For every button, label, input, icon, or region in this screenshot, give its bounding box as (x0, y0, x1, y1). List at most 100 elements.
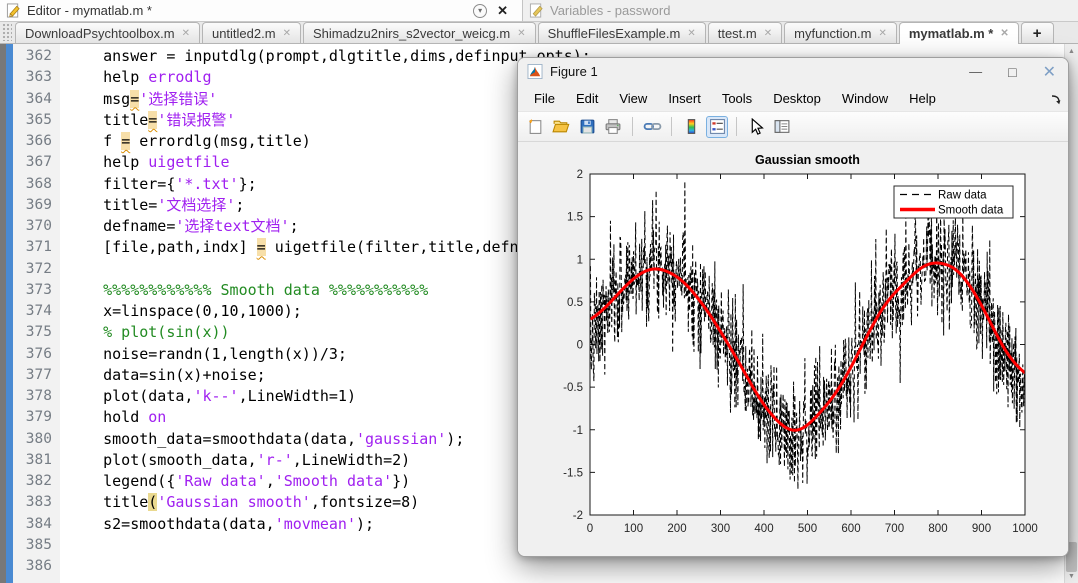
plot-legend[interactable]: Raw dataSmooth data (894, 186, 1013, 218)
figure-minimize-button[interactable]: — (969, 64, 982, 79)
edit-plot-icon[interactable] (745, 116, 767, 138)
menu-file[interactable]: File (534, 91, 555, 106)
tab-close-icon[interactable]: ✕ (764, 28, 772, 39)
x-tick-label: 1000 (1012, 523, 1038, 535)
line-number-365[interactable]: 365 (13, 110, 52, 131)
y-tick-label: -0.5 (563, 382, 583, 394)
variables-panel-titlebar: Variables - password (522, 0, 1078, 22)
figure-titlebar[interactable]: Figure 1 — □ ✕ (518, 58, 1068, 85)
figure-close-button[interactable]: ✕ (1043, 62, 1056, 82)
line-number-363[interactable]: 363 (13, 67, 52, 88)
line-number-373[interactable]: 373 (13, 280, 52, 301)
print-figure-icon[interactable] (602, 116, 624, 138)
menu-help[interactable]: Help (909, 91, 936, 106)
line-number-367[interactable]: 367 (13, 152, 52, 173)
line-number-371[interactable]: 371 (13, 237, 52, 258)
x-tick-label: 900 (972, 523, 991, 535)
line-number-372[interactable]: 372 (13, 259, 52, 280)
y-tick-label: -1.5 (563, 467, 583, 479)
menu-edit[interactable]: Edit (576, 91, 598, 106)
menu-tools[interactable]: Tools (722, 91, 752, 106)
menu-desktop[interactable]: Desktop (773, 91, 821, 106)
insert-colorbar-icon[interactable] (680, 116, 702, 138)
editor-actions-button[interactable]: ▾ (473, 4, 487, 18)
line-number-379[interactable]: 379 (13, 407, 52, 428)
line-number-369[interactable]: 369 (13, 195, 52, 216)
gaussian-smooth-plot[interactable]: 01002003004005006007008009001000-2-1.5-1… (518, 143, 1069, 557)
menubar-overflow-arrow-icon[interactable] (1051, 92, 1061, 110)
insert-legend-icon[interactable] (706, 116, 728, 138)
x-tick-label: 100 (624, 523, 643, 535)
line-number-370[interactable]: 370 (13, 216, 52, 237)
tab-shimadzu2nirs-s2vector-weicg-m[interactable]: Shimadzu2nirs_s2vector_weicg.m✕ (303, 22, 536, 43)
editor-icon (6, 3, 21, 18)
x-tick-label: 0 (587, 523, 593, 535)
open-file-icon[interactable] (550, 116, 572, 138)
new-figure-icon[interactable] (524, 116, 546, 138)
line-number-364[interactable]: 364 (13, 89, 52, 110)
tab-close-icon[interactable]: ✕ (687, 28, 695, 39)
tab-label: ShuffleFilesExample.m (548, 26, 681, 41)
x-tick-label: 400 (754, 523, 773, 535)
line-number-386[interactable]: 386 (13, 556, 52, 577)
tab-shufflefilesexample-m[interactable]: ShuffleFilesExample.m ✕ (538, 22, 706, 43)
line-number-368[interactable]: 368 (13, 174, 52, 195)
tab-mymatlab-m[interactable]: mymatlab.m *✕ (899, 22, 1019, 44)
editor-tabstrip: DownloadPsychtoolbox.m✕untitled2.m✕Shima… (0, 22, 1078, 44)
line-number-383[interactable]: 383 (13, 492, 52, 513)
tab-label: DownloadPsychtoolbox.m (25, 26, 175, 41)
line-number-377[interactable]: 377 (13, 365, 52, 386)
tab-close-icon[interactable]: ✕ (1000, 28, 1008, 39)
editor-close-button[interactable]: ✕ (497, 3, 508, 19)
tab-close-icon[interactable]: ✕ (283, 28, 291, 39)
line-number-382[interactable]: 382 (13, 471, 52, 492)
menu-window[interactable]: Window (842, 91, 888, 106)
tab-label: myfunction.m (794, 26, 871, 41)
x-tick-label: 200 (667, 523, 686, 535)
line-number-381[interactable]: 381 (13, 450, 52, 471)
line-number-375[interactable]: 375 (13, 322, 52, 343)
tabstrip-grip-handle[interactable] (2, 23, 12, 41)
menu-view[interactable]: View (619, 91, 647, 106)
line-number-362[interactable]: 362 (13, 46, 52, 67)
figure-plot-canvas[interactable]: 01002003004005006007008009001000-2-1.5-1… (518, 143, 1068, 556)
line-number-384[interactable]: 384 (13, 514, 52, 535)
scrollbar-up-arrow[interactable]: ▲ (1065, 44, 1078, 58)
desktop-titlebar: Editor - mymatlab.m * ▾ ✕ Variables - pa… (0, 0, 1078, 22)
tab-label: untitled2.m (212, 26, 276, 41)
tab-close-icon[interactable]: ✕ (182, 28, 190, 39)
tab-untitled2-m[interactable]: untitled2.m ✕ (202, 22, 301, 43)
x-tick-label: 800 (928, 523, 947, 535)
variables-panel-title: Variables - password (550, 3, 670, 18)
scrollbar-down-arrow[interactable]: ▼ (1065, 569, 1078, 583)
tab-myfunction-m[interactable]: myfunction.m ✕ (784, 22, 897, 43)
y-tick-label: 1 (577, 254, 583, 266)
tab-label: ttest.m (718, 26, 757, 41)
x-tick-label: 600 (841, 523, 860, 535)
y-tick-label: 0.5 (567, 297, 583, 309)
save-figure-icon[interactable] (576, 116, 598, 138)
figure-maximize-button[interactable]: □ (1008, 64, 1016, 80)
tab-close-icon[interactable]: ✕ (878, 28, 886, 39)
line-number-378[interactable]: 378 (13, 386, 52, 407)
line-number-376[interactable]: 376 (13, 344, 52, 365)
line-number-374[interactable]: 374 (13, 301, 52, 322)
new-file-tab-button[interactable]: + (1021, 22, 1054, 43)
editor-panel-title: Editor - mymatlab.m * (27, 3, 152, 18)
plot-title: Gaussian smooth (755, 153, 860, 167)
figure-menubar: File Edit View Insert Tools Desktop Window Help (518, 85, 1068, 111)
executable-lines-indicator-bar (6, 44, 13, 583)
toolbar-separator (671, 117, 672, 136)
tab-downloadpsychtoolbox-m[interactable]: DownloadPsychtoolbox.m ✕ (15, 22, 200, 43)
tab-ttest-m[interactable]: ttest.m ✕ (708, 22, 782, 43)
menu-insert[interactable]: Insert (668, 91, 701, 106)
line-number-366[interactable]: 366 (13, 131, 52, 152)
tab-close-icon[interactable]: ✕ (517, 28, 525, 39)
link-plot-icon[interactable] (641, 116, 663, 138)
line-number-380[interactable]: 380 (13, 429, 52, 450)
property-inspector-icon[interactable] (771, 116, 793, 138)
code-line-386[interactable] (67, 556, 1064, 577)
line-number-385[interactable]: 385 (13, 535, 52, 556)
figure-window[interactable]: Figure 1 — □ ✕ File Edit View Insert Tools De… (517, 57, 1069, 557)
line-number-gutter[interactable]: 3623633643653663673683693703713723733743… (13, 44, 60, 583)
